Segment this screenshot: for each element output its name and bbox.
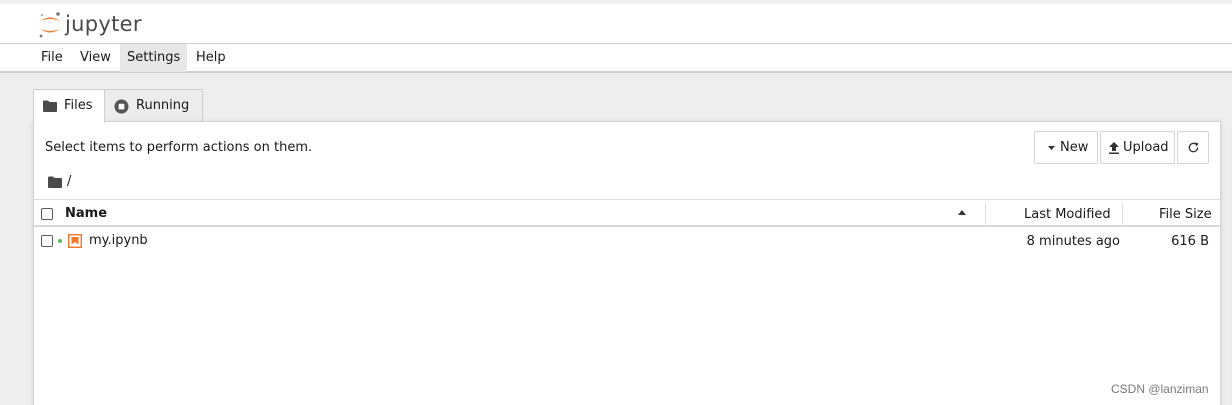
refresh-button[interactable] <box>1177 131 1209 164</box>
running-indicator-icon <box>58 239 62 243</box>
file-name-link[interactable]: my.ipynb <box>89 233 148 248</box>
file-row-checkbox[interactable] <box>41 235 53 247</box>
refresh-icon <box>1188 142 1199 153</box>
files-panel: Select items to perform actions on them.… <box>33 121 1221 405</box>
menu-settings[interactable]: Settings <box>120 44 188 72</box>
column-divider <box>1122 203 1123 225</box>
sort-ascending-icon[interactable] <box>958 210 966 215</box>
column-last-modified[interactable]: Last Modified <box>1024 207 1111 222</box>
watermark: CSDN @lanziman <box>1111 382 1209 396</box>
menu-view[interactable]: View <box>73 44 118 72</box>
notebook-icon <box>68 234 82 248</box>
new-button-label: New <box>1060 140 1089 155</box>
file-list-header: Name Last Modified File Size <box>34 199 1220 227</box>
file-last-modified: 8 minutes ago <box>1026 234 1120 249</box>
jupyter-logo[interactable]: jupyter <box>38 10 158 40</box>
breadcrumb-separator: / <box>67 174 72 189</box>
tab-files-label: Files <box>64 98 93 113</box>
stop-circle-icon <box>114 99 129 114</box>
column-file-size[interactable]: File Size <box>1159 207 1212 222</box>
tab-files[interactable]: Files <box>33 89 105 123</box>
select-all-checkbox[interactable] <box>41 208 53 220</box>
upload-icon <box>1109 142 1119 154</box>
tab-running[interactable]: Running <box>104 89 203 122</box>
upload-button[interactable]: Upload <box>1100 131 1175 164</box>
toolbar-instructions: Select items to perform actions on them. <box>45 140 313 155</box>
menu-help[interactable]: Help <box>189 44 233 72</box>
jupyter-logo-icon <box>39 12 60 38</box>
menu-file[interactable]: File <box>34 44 70 72</box>
column-name[interactable]: Name <box>65 206 107 221</box>
upload-button-label: Upload <box>1123 140 1169 155</box>
file-size: 616 B <box>1171 234 1209 249</box>
header: jupyter <box>0 4 1232 44</box>
menubar: File View Settings Help <box>0 44 1232 73</box>
caret-down-icon <box>1048 146 1055 150</box>
folder-icon <box>43 100 57 112</box>
column-divider <box>985 203 986 225</box>
file-row[interactable]: my.ipynb 8 minutes ago 616 B <box>34 228 1220 254</box>
breadcrumb-folder-icon[interactable] <box>48 176 62 188</box>
logo-text: jupyter <box>65 12 142 36</box>
tab-running-label: Running <box>136 98 190 113</box>
new-button[interactable]: New <box>1034 131 1098 164</box>
